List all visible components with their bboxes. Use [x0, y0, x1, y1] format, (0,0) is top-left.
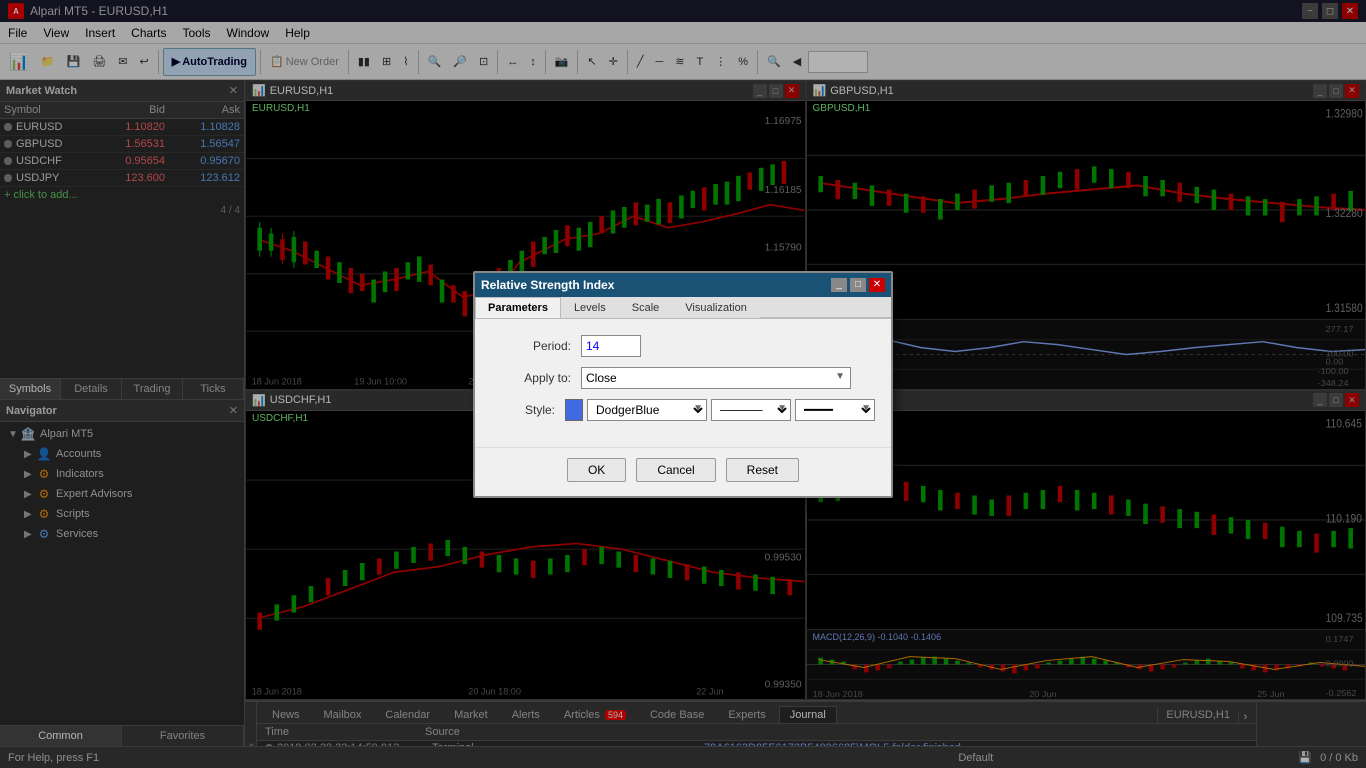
line-width-select[interactable]: ━━━━ ──	[795, 399, 875, 421]
rsi-title-buttons: _ □ ✕	[831, 278, 885, 292]
color-select-wrapper: DodgerBlue Red Green ▼	[587, 399, 707, 421]
cancel-button[interactable]: Cancel	[636, 458, 715, 482]
apply-to-label: Apply to:	[491, 371, 581, 385]
period-row: Period:	[491, 335, 875, 357]
ok-button[interactable]: OK	[567, 458, 626, 482]
rsi-tabs: Parameters Levels Scale Visualization	[475, 297, 891, 319]
style-label: Style:	[491, 403, 565, 417]
period-label: Period:	[491, 339, 581, 353]
rsi-close-button[interactable]: ✕	[869, 278, 885, 292]
apply-to-wrapper: Close Open High Low ▼	[581, 367, 851, 389]
reset-button[interactable]: Reset	[726, 458, 799, 482]
period-input[interactable]	[581, 335, 641, 357]
rsi-tab-levels[interactable]: Levels	[561, 297, 619, 318]
rsi-restore-button[interactable]: □	[850, 278, 866, 292]
rsi-tab-parameters[interactable]: Parameters	[475, 297, 561, 318]
rsi-minimize-button[interactable]: _	[831, 278, 847, 292]
dialog-overlay: Relative Strength Index _ □ ✕ Parameters…	[0, 0, 1366, 768]
line-style-select[interactable]: ───── - - -	[711, 399, 791, 421]
line-style-wrapper: ───── - - - ▼	[711, 399, 791, 421]
apply-to-select[interactable]: Close Open High Low	[581, 367, 851, 389]
rsi-titlebar: Relative Strength Index _ □ ✕	[475, 273, 891, 297]
rsi-body: Period: Apply to: Close Open High Low ▼ …	[475, 319, 891, 447]
color-select[interactable]: DodgerBlue Red Green	[587, 399, 707, 421]
rsi-dialog-title: Relative Strength Index	[481, 278, 614, 292]
color-picker[interactable]	[565, 399, 583, 421]
rsi-tab-visualization[interactable]: Visualization	[672, 297, 760, 318]
style-row: Style: DodgerBlue Red Green ▼ ───── - - …	[491, 399, 875, 421]
line-width-wrapper: ━━━━ ── ▼	[795, 399, 875, 421]
apply-to-row: Apply to: Close Open High Low ▼	[491, 367, 875, 389]
rsi-dialog: Relative Strength Index _ □ ✕ Parameters…	[473, 271, 893, 498]
rsi-footer: OK Cancel Reset	[475, 447, 891, 496]
rsi-tab-scale[interactable]: Scale	[619, 297, 673, 318]
